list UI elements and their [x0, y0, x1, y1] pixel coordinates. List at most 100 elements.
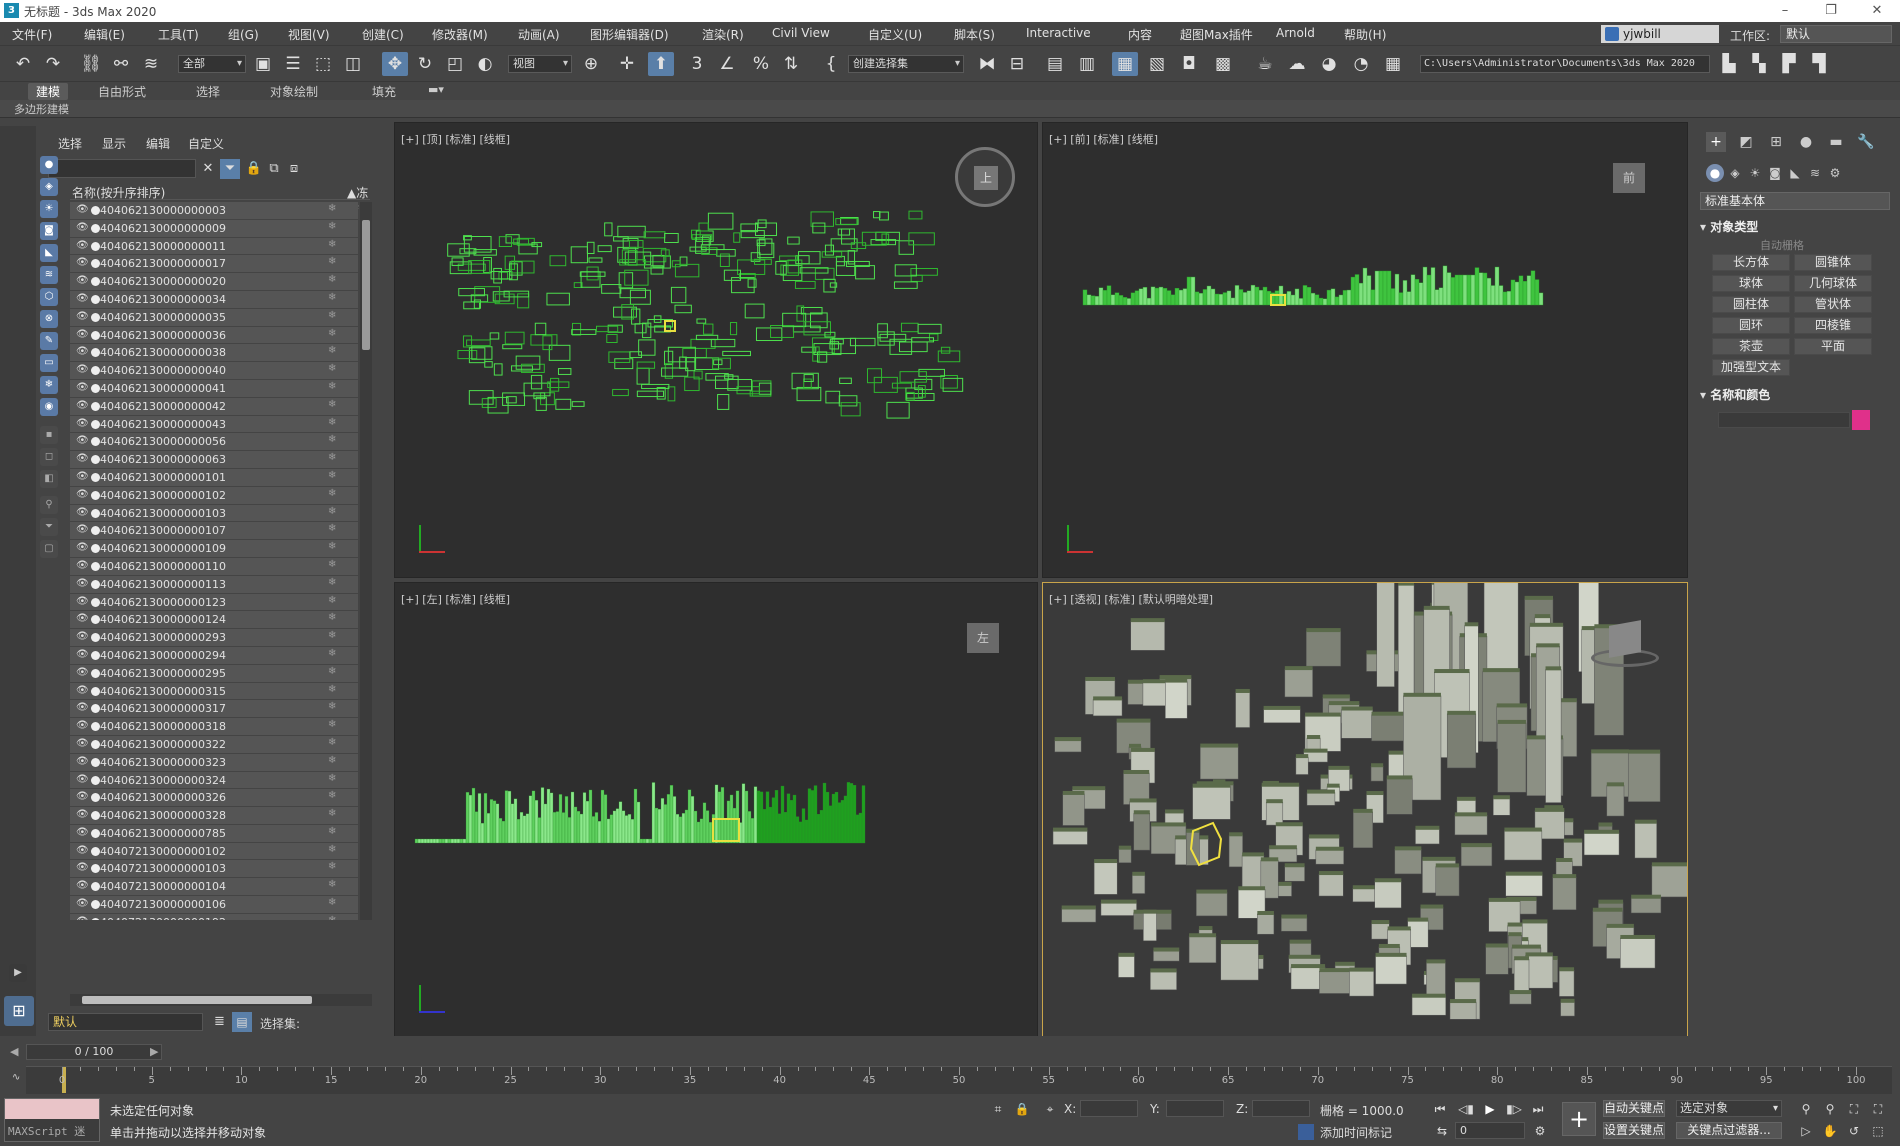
menu-rendering[interactable]: 渲染(R)	[702, 26, 744, 43]
viewport-perspective[interactable]: [+] [透视] [标准] [默认明暗处理]	[1042, 582, 1688, 1038]
explorer-row[interactable]: 👁 404062130000000041 ❄	[70, 379, 358, 398]
menu-group[interactable]: 组(G)	[228, 26, 259, 43]
frozen-icon[interactable]: ❄	[328, 577, 336, 588]
explorer-row[interactable]: 👁 404062130000000295 ❄	[70, 664, 358, 683]
frozen-icon[interactable]: ❄	[328, 915, 336, 920]
hierarchy-view-icon[interactable]: ▤	[232, 1012, 252, 1032]
frozen-icon[interactable]: ❄	[328, 310, 336, 321]
timeline-ruler[interactable]: 0 5 10 15 20 25 30 35 40 45 50 55 60 65 70 75 80 85 90 95 10…	[26, 1066, 1892, 1094]
visibility-icon[interactable]: 👁	[76, 702, 89, 713]
display-containers-icon[interactable]: ▭	[40, 354, 58, 372]
next-frame-icon[interactable]: ▮▷	[1504, 1100, 1524, 1118]
ribbon-tab-selection[interactable]: 选择	[188, 83, 228, 100]
explorer-row[interactable]: 👁 404062130000000011 ❄	[70, 237, 358, 256]
frozen-icon[interactable]: ❄	[328, 506, 336, 517]
display-spacewarps-icon[interactable]: ≋	[40, 266, 58, 284]
frozen-icon[interactable]: ❄	[328, 666, 336, 677]
visibility-icon[interactable]: 👁	[76, 827, 89, 838]
frozen-icon[interactable]: ❄	[328, 879, 336, 890]
visibility-icon[interactable]: 👁	[76, 916, 89, 920]
explorer-row[interactable]: 👁 404062130000000017 ❄	[70, 255, 358, 274]
visibility-icon[interactable]: 👁	[76, 400, 89, 411]
frozen-icon[interactable]: ❄	[328, 239, 336, 250]
render-production-icon[interactable]: ☁	[1284, 52, 1310, 76]
time-prev-icon[interactable]: ◀	[10, 1045, 18, 1058]
layers-icon[interactable]: ≣	[214, 1014, 225, 1029]
frozen-icon[interactable]: ❄	[328, 790, 336, 801]
visibility-icon[interactable]: 👁	[76, 240, 89, 251]
spinner-snap-icon[interactable]: ⇅	[778, 52, 804, 76]
frozen-icon[interactable]: ❄	[328, 559, 336, 570]
fov-icon[interactable]: ▷	[1796, 1122, 1816, 1140]
visibility-icon[interactable]: 👁	[76, 382, 89, 393]
display-shapes-icon[interactable]: ◈	[40, 178, 58, 196]
ribbon-tab-freeform[interactable]: 自由形式	[90, 83, 154, 100]
menu-edit[interactable]: 编辑(E)	[84, 26, 125, 43]
goto-end-icon[interactable]: ⏭	[1528, 1100, 1548, 1118]
box-button[interactable]: 长方体	[1712, 254, 1790, 271]
clear-search-icon[interactable]: ✕	[198, 159, 218, 179]
prev-frame-icon[interactable]: ◁▮	[1456, 1100, 1476, 1118]
viewport-left[interactable]: [+] [左] [标准] [线框] 左	[394, 582, 1038, 1038]
frozen-icon[interactable]: ❄	[328, 897, 336, 908]
display-invert-icon[interactable]: ◧	[40, 470, 58, 488]
select-object-icon[interactable]: ▣	[250, 52, 276, 76]
viewcube-front[interactable]: 前	[1613, 163, 1645, 193]
column-name-header[interactable]: 名称(按升序排序)	[72, 184, 165, 201]
maxscript-input[interactable]	[5, 1099, 99, 1119]
display-bones-icon[interactable]: ✎	[40, 332, 58, 350]
menu-tools[interactable]: 工具(T)	[158, 26, 199, 43]
explorer-row[interactable]: 👁 404072130000000103 ❄	[70, 860, 358, 879]
explorer-row[interactable]: 👁 404062130000000040 ❄	[70, 362, 358, 380]
display-none-icon[interactable]: ◻	[40, 448, 58, 466]
visibility-icon[interactable]: 👁	[76, 845, 89, 856]
visibility-icon[interactable]: 👁	[76, 364, 89, 375]
teapot-button[interactable]: 茶壶	[1712, 338, 1790, 355]
frozen-icon[interactable]: ❄	[328, 434, 336, 445]
visibility-icon[interactable]: 👁	[76, 720, 89, 731]
visibility-icon[interactable]: 👁	[76, 311, 89, 322]
menu-modifiers[interactable]: 修改器(M)	[432, 26, 488, 43]
current-frame-field[interactable]: 0	[1455, 1122, 1525, 1139]
motion-tab-icon[interactable]: ●	[1796, 132, 1816, 152]
layer-explorer-icon[interactable]: ▤	[1042, 52, 1068, 76]
workspace-dropdown[interactable]: 默认	[1780, 25, 1892, 43]
frozen-icon[interactable]: ❄	[328, 203, 336, 214]
frozen-icon[interactable]: ❄	[328, 648, 336, 659]
time-tag-icon[interactable]	[1298, 1124, 1314, 1140]
render-gallery-icon[interactable]: ▦	[1380, 52, 1406, 76]
set-key-icon[interactable]: +	[1562, 1102, 1596, 1136]
menu-animation[interactable]: 动画(A)	[518, 26, 560, 43]
explorer-search-input[interactable]	[48, 159, 196, 178]
explorer-row[interactable]: 👁 404062130000000324 ❄	[70, 771, 358, 790]
select-manipulate-icon[interactable]: ✛	[614, 52, 640, 76]
reference-coord-dropdown[interactable]: 视图	[508, 55, 572, 73]
explorer-row[interactable]: 👁 404072130000000192 ❄	[70, 913, 358, 920]
viewport-top[interactable]: [+] [顶] [标准] [线框] 上	[394, 122, 1038, 578]
explorer-row[interactable]: 👁 404062130000000317 ❄	[70, 700, 358, 719]
toggle-ribbon-icon[interactable]: ▥	[1074, 52, 1100, 76]
menu-file[interactable]: 文件(F)	[12, 26, 52, 43]
filter-icon[interactable]: ⏷	[40, 518, 58, 536]
named-selection-dropdown[interactable]: 创建选择集	[848, 55, 964, 73]
frozen-icon[interactable]: ❄	[328, 595, 336, 606]
material-editor-icon[interactable]: ◘	[1176, 52, 1202, 76]
menu-interactive[interactable]: Interactive	[1026, 26, 1091, 40]
zoom-extents-all-icon[interactable]: ⛶	[1868, 1100, 1888, 1118]
visibility-icon[interactable]: 👁	[76, 862, 89, 873]
find-icon[interactable]: ⚲	[40, 496, 58, 514]
render-setup-icon[interactable]: ▩	[1210, 52, 1236, 76]
explorer-row[interactable]: 👁 404062130000000102 ❄	[70, 486, 358, 505]
display-xrefs-icon[interactable]: ⊗	[40, 310, 58, 328]
visibility-icon[interactable]: 👁	[76, 507, 89, 518]
explorer-row[interactable]: 👁 404062130000000322 ❄	[70, 735, 358, 754]
explorer-row[interactable]: 👁 404062130000000315 ❄	[70, 682, 358, 701]
viewport-front[interactable]: [+] [前] [标准] [线框] 前	[1042, 122, 1688, 578]
auto-key-button[interactable]: 自动关键点	[1603, 1100, 1665, 1117]
visibility-icon[interactable]: 👁	[76, 542, 89, 553]
frozen-icon[interactable]: ❄	[328, 274, 336, 285]
visibility-icon[interactable]: 👁	[76, 275, 89, 286]
viewcube-box[interactable]	[1609, 620, 1641, 658]
cylinder-button[interactable]: 圆柱体	[1712, 296, 1790, 313]
frozen-icon[interactable]: ❄	[328, 452, 336, 463]
